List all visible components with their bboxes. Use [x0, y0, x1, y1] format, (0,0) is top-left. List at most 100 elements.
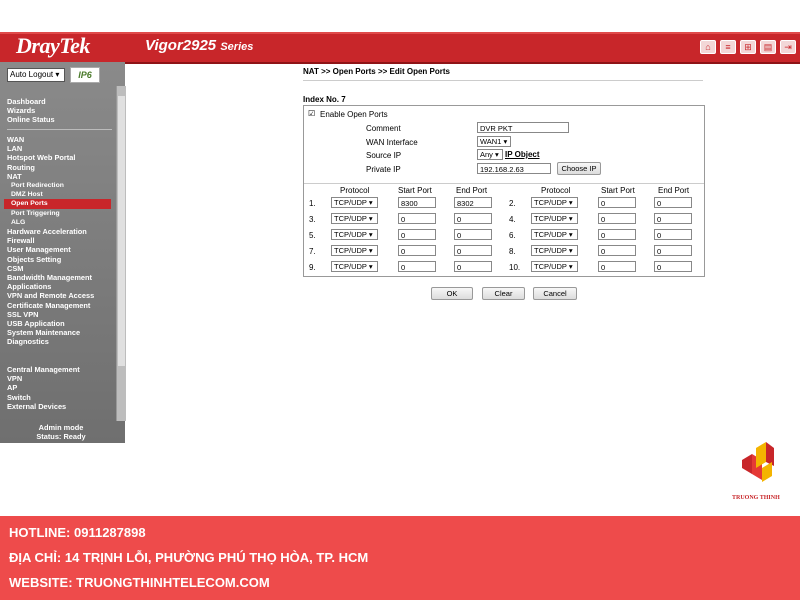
sidebar-item-wan[interactable]: WAN [7, 135, 111, 144]
series-label: Series [220, 41, 254, 53]
sidebar-item-routing[interactable]: Routing [7, 163, 111, 172]
end-port-input[interactable]: 0 [654, 197, 692, 208]
start-port-input[interactable]: 0 [398, 213, 436, 224]
sidebar-subitem-open-ports[interactable]: Open Ports [4, 199, 111, 209]
logout-icon[interactable]: ⇥ [780, 40, 796, 54]
open-ports-panel: ☑ Enable Open Ports Comment DVR PKT WAN … [303, 105, 705, 277]
breadcrumb: NAT >> Open Ports >> Edit Open Ports [303, 67, 450, 76]
sidebar-item-objects-setting[interactable]: Objects Setting [7, 255, 111, 264]
sidebar-item-hw-accel[interactable]: Hardware Acceleration [7, 227, 111, 236]
protocol-select[interactable]: TCP/UDP ▾ [331, 229, 378, 240]
sidebar-item-central-management[interactable]: Central Management [7, 365, 80, 374]
sidebar-item-dashboard[interactable]: Dashboard [7, 97, 55, 106]
sidebar-item-external-devices[interactable]: External Devices [7, 402, 80, 411]
sidebar-item-switch[interactable]: Switch [7, 393, 80, 402]
start-port-input[interactable]: 8300 [398, 197, 436, 208]
start-port-input[interactable]: 0 [598, 245, 636, 256]
enable-checkbox[interactable]: ☑ [308, 109, 315, 118]
ip-object-link[interactable]: IP Object [505, 150, 540, 159]
protocol-select[interactable]: TCP/UDP ▾ [531, 229, 578, 240]
ipv6-button[interactable]: IP6 [70, 67, 100, 83]
sidebar-item-diagnostics[interactable]: Diagnostics [7, 337, 111, 346]
start-port-input[interactable]: 0 [598, 213, 636, 224]
sidebar-item-firewall[interactable]: Firewall [7, 236, 111, 245]
clear-button[interactable]: Clear [482, 287, 525, 300]
start-port-input[interactable]: 0 [398, 245, 436, 256]
sidebar-item-user-management[interactable]: User Management [7, 245, 111, 254]
start-port-input[interactable]: 0 [598, 261, 636, 272]
sidebar-item-usb[interactable]: USB Application [7, 319, 111, 328]
end-port-input[interactable]: 0 [454, 261, 492, 272]
protocol-select[interactable]: TCP/UDP ▾ [331, 197, 378, 208]
sidebar-item-online-status[interactable]: Online Status [7, 115, 55, 124]
end-port-input[interactable]: 0 [454, 229, 492, 240]
source-ip-select[interactable]: Any ▾ [477, 149, 503, 160]
home-icon[interactable]: ⌂ [700, 40, 716, 54]
sidebar-subitem-port-triggering[interactable]: Port Triggering [7, 209, 111, 218]
comment-input[interactable]: DVR PKT [477, 122, 569, 133]
sidebar-item-system-maintenance[interactable]: System Maintenance [7, 328, 111, 337]
sidebar-item-nat[interactable]: NAT [7, 172, 111, 181]
protocol-select[interactable]: TCP/UDP ▾ [531, 213, 578, 224]
scrollbar-thumb[interactable] [118, 96, 125, 366]
col-end-left: End Port [456, 186, 488, 195]
col-start-right: Start Port [601, 186, 635, 195]
truong-thinh-brand: TRUONG THINH [732, 495, 780, 501]
end-port-input[interactable]: 0 [454, 245, 492, 256]
port-row-number: 4. [509, 215, 516, 224]
ok-button[interactable]: OK [431, 287, 473, 300]
end-port-input[interactable]: 8302 [454, 197, 492, 208]
start-port-input[interactable]: 0 [598, 229, 636, 240]
sidebar-item-ssl-vpn[interactable]: SSL VPN [7, 310, 111, 319]
protocol-select[interactable]: TCP/UDP ▾ [531, 245, 578, 256]
col-start-left: Start Port [398, 186, 432, 195]
protocol-select[interactable]: TCP/UDP ▾ [331, 261, 378, 272]
sidebar-item-hotspot[interactable]: Hotspot Web Portal [7, 153, 111, 162]
auto-logout-select[interactable]: Auto Logout ▾ [7, 68, 65, 82]
end-port-input[interactable]: 0 [454, 213, 492, 224]
breadcrumb-divider [303, 80, 703, 81]
start-port-input[interactable]: 0 [598, 197, 636, 208]
cancel-button[interactable]: Cancel [533, 287, 577, 300]
port-row-number: 8. [509, 247, 516, 256]
sidebar-item-certificate[interactable]: Certificate Management [7, 301, 111, 310]
sidebar-subitem-port-redirection[interactable]: Port Redirection [7, 181, 111, 190]
port-row-number: 9. [309, 263, 316, 272]
private-ip-input[interactable]: 192.168.2.63 [477, 163, 551, 174]
grid-icon[interactable]: ⊞ [740, 40, 756, 54]
sidebar-divider [7, 129, 112, 130]
sidebar-menu-top: Dashboard Wizards Online Status [7, 97, 55, 125]
start-port-input[interactable]: 0 [398, 261, 436, 272]
sidebar-item-vpn-remote[interactable]: VPN and Remote Access [7, 291, 111, 300]
list-icon[interactable]: ≡ [720, 40, 736, 54]
sidebar-item-csm[interactable]: CSM [7, 264, 111, 273]
protocol-select[interactable]: TCP/UDP ▾ [331, 245, 378, 256]
sidebar-item-applications[interactable]: Applications [7, 282, 111, 291]
sidebar-item-ap[interactable]: AP [7, 383, 80, 392]
wan-interface-select[interactable]: WAN1 ▾ [477, 136, 511, 147]
end-port-input[interactable]: 0 [654, 261, 692, 272]
protocol-select[interactable]: TCP/UDP ▾ [531, 197, 578, 208]
sidebar-item-bandwidth[interactable]: Bandwidth Management [7, 273, 111, 282]
model-name: Vigor2925 Series [145, 37, 253, 54]
sidebar-menu-main: WAN LAN Hotspot Web Portal Routing NAT P… [4, 135, 111, 347]
choose-ip-button[interactable]: Choose IP [557, 162, 601, 175]
end-port-input[interactable]: 0 [654, 245, 692, 256]
top-banner [0, 32, 800, 64]
sidebar-item-wizards[interactable]: Wizards [7, 106, 55, 115]
sidebar-scrollbar[interactable] [116, 86, 126, 421]
end-port-input[interactable]: 0 [654, 213, 692, 224]
protocol-select[interactable]: TCP/UDP ▾ [331, 213, 378, 224]
start-port-input[interactable]: 0 [398, 229, 436, 240]
port-row-number: 3. [309, 215, 316, 224]
sidebar-subitem-dmz-host[interactable]: DMZ Host [7, 190, 111, 199]
wan-interface-label: WAN Interface [366, 138, 418, 147]
port-row-number: 5. [309, 231, 316, 240]
sidebar-subitem-alg[interactable]: ALG [7, 218, 111, 227]
table-icon[interactable]: ▤ [760, 40, 776, 54]
port-row-number: 1. [309, 199, 316, 208]
protocol-select[interactable]: TCP/UDP ▾ [531, 261, 578, 272]
sidebar-item-vpn[interactable]: VPN [7, 374, 80, 383]
end-port-input[interactable]: 0 [654, 229, 692, 240]
sidebar-item-lan[interactable]: LAN [7, 144, 111, 153]
